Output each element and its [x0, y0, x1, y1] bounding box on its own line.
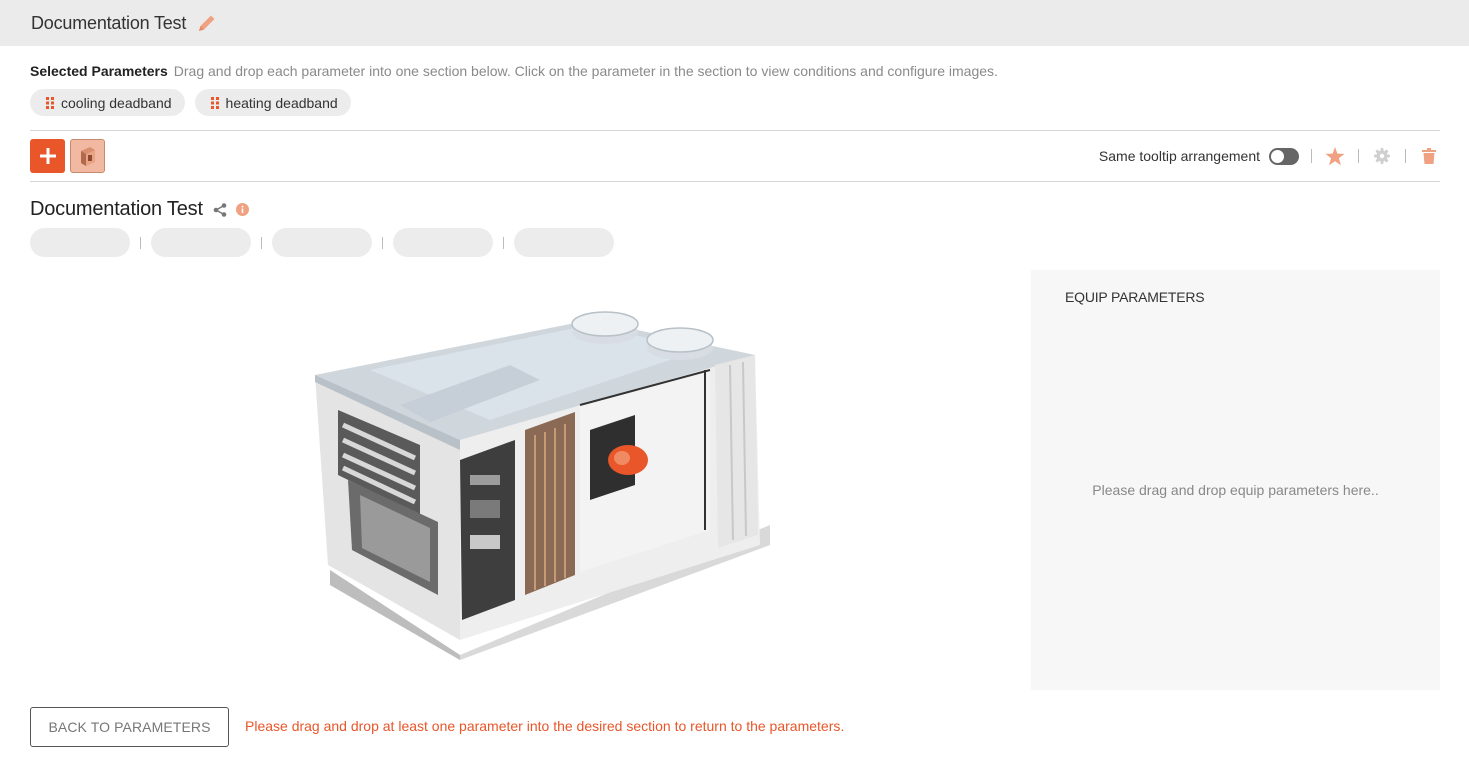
- equipment-image-area[interactable]: [30, 270, 1020, 690]
- trash-icon: [1422, 148, 1436, 164]
- toggle-knob: [1271, 149, 1284, 163]
- equipment-thumbnail-icon: [80, 147, 95, 166]
- favorite-button[interactable]: [1324, 145, 1346, 167]
- section-tab-placeholder[interactable]: [151, 228, 251, 257]
- divider: [1405, 149, 1406, 163]
- share-icon[interactable]: [213, 202, 227, 217]
- section-header: Documentation Test: [30, 198, 249, 221]
- selected-parameters-label: Selected Parameters: [30, 63, 168, 79]
- divider: [30, 181, 1440, 182]
- divider: [382, 236, 383, 249]
- section-tab-placeholder[interactable]: [30, 228, 130, 257]
- header-bar: Documentation Test: [0, 0, 1469, 46]
- chip-label: heating deadband: [225, 94, 338, 111]
- add-section-button[interactable]: [30, 139, 65, 173]
- section-tab-placeholder[interactable]: [514, 228, 614, 257]
- selected-parameters-row: Selected Parameters Drag and drop each p…: [30, 63, 998, 79]
- gear-icon: [1374, 148, 1390, 164]
- tooltip-toggle[interactable]: [1269, 147, 1299, 165]
- divider: [140, 236, 141, 249]
- equip-parameters-dropzone[interactable]: EQUIP PARAMETERS Please drag and drop eq…: [1031, 270, 1440, 690]
- parameter-chip-cooling-deadband[interactable]: cooling deadband: [30, 89, 185, 116]
- section-tab-placeholder[interactable]: [272, 228, 372, 257]
- delete-button[interactable]: [1418, 145, 1440, 167]
- chip-label: cooling deadband: [61, 94, 172, 111]
- selected-parameters-hint: Drag and drop each parameter into one se…: [173, 63, 998, 79]
- plus-icon: [39, 148, 56, 164]
- parameter-chips: cooling deadband heating deadband: [30, 89, 351, 116]
- tooltip-toggle-label: Same tooltip arrangement: [1098, 148, 1260, 164]
- equip-parameters-empty-text: Please drag and drop equip parameters he…: [1092, 482, 1379, 498]
- section-tabs: [30, 228, 614, 257]
- back-to-parameters-button[interactable]: BACK TO PARAMETERS: [30, 707, 229, 747]
- warning-message: Please drag and drop at least one parame…: [245, 718, 845, 734]
- divider: [261, 236, 262, 249]
- settings-button[interactable]: [1371, 145, 1393, 167]
- equipment-thumbnail-button[interactable]: [70, 139, 105, 173]
- section-tab-placeholder[interactable]: [393, 228, 493, 257]
- divider: [503, 236, 504, 249]
- drag-grip-icon: [46, 96, 54, 109]
- section-title: Documentation Test: [30, 198, 203, 220]
- divider: [1311, 149, 1312, 163]
- pencil-icon[interactable]: [196, 12, 218, 34]
- drag-grip-icon: [210, 96, 219, 109]
- star-icon: [1325, 146, 1345, 165]
- rooftop-unit-image: [315, 311, 770, 660]
- info-icon[interactable]: [235, 203, 249, 216]
- section-toolbar: Same tooltip arrangement: [1099, 143, 1440, 169]
- divider: [1358, 149, 1359, 163]
- equip-parameters-heading: EQUIP PARAMETERS: [1065, 289, 1205, 305]
- page-title: Documentation Test: [31, 12, 187, 33]
- divider: [30, 130, 1440, 131]
- parameter-chip-heating-deadband[interactable]: heating deadband: [194, 89, 351, 116]
